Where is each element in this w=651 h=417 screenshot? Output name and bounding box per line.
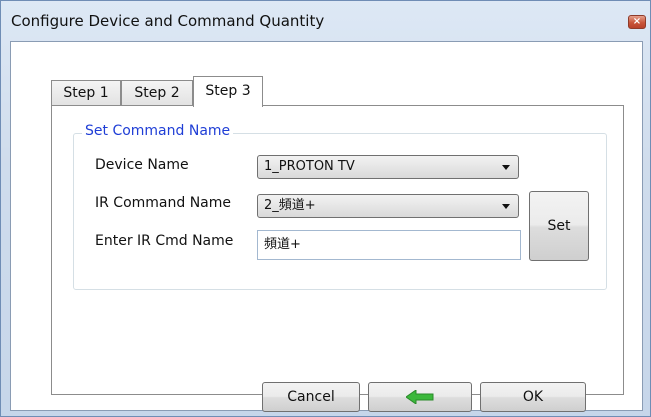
chevron-down-icon	[502, 165, 510, 170]
chevron-down-icon	[502, 204, 510, 209]
left-arrow-icon	[406, 390, 434, 404]
tab-step-2[interactable]: Step 2	[121, 80, 193, 106]
step-3-panel: Set Command Name Device Name 1_PROTON TV…	[51, 105, 624, 412]
dialog-client-area: Step 1 Step 2 Step 3 Set Command Name De…	[10, 41, 643, 412]
device-name-label: Device Name	[95, 157, 189, 173]
enter-ir-cmd-name-label: Enter IR Cmd Name	[95, 233, 234, 249]
set-command-name-group: Set Command Name Device Name 1_PROTON TV…	[73, 123, 607, 290]
cancel-button[interactable]: Cancel	[262, 382, 360, 412]
tab-step-1[interactable]: Step 1	[51, 80, 121, 106]
group-title: Set Command Name	[82, 123, 234, 139]
device-name-dropdown[interactable]: 1_PROTON TV	[257, 155, 519, 179]
ir-command-name-label: IR Command Name	[95, 195, 232, 211]
set-button[interactable]: Set	[529, 191, 589, 261]
close-button[interactable]: ×	[628, 15, 646, 29]
window-title: Configure Device and Command Quantity	[11, 12, 325, 30]
tab-step-3[interactable]: Step 3	[193, 76, 263, 107]
close-icon: ×	[632, 16, 642, 27]
ok-button[interactable]: OK	[480, 382, 586, 412]
back-button[interactable]	[368, 382, 472, 412]
title-bar[interactable]: Configure Device and Command Quantity ×	[1, 1, 651, 41]
ir-command-dropdown[interactable]: 2_頻道+	[257, 194, 519, 218]
dialog-window: Configure Device and Command Quantity × …	[0, 0, 651, 417]
ir-cmd-name-input[interactable]: 頻道+	[257, 230, 521, 260]
ir-command-value: 2_頻道+	[264, 198, 316, 213]
device-name-value: 1_PROTON TV	[264, 159, 355, 174]
